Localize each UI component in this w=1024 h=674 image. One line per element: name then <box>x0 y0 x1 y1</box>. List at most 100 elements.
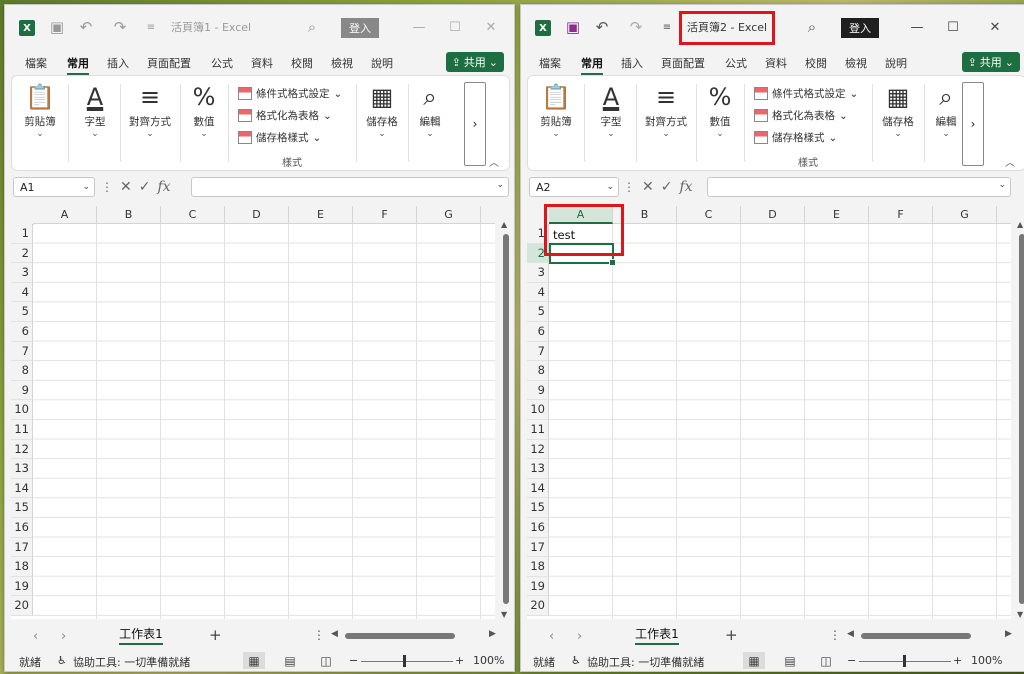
row-header[interactable]: 6 <box>527 322 549 342</box>
row-header[interactable]: 4 <box>527 282 549 303</box>
insert-function-button[interactable]: fx <box>679 179 692 195</box>
row-header[interactable]: 19 <box>11 576 33 597</box>
row-header[interactable]: 17 <box>11 537 33 558</box>
scroll-right-icon[interactable]: ▶ <box>489 629 496 639</box>
sheet-tab[interactable]: 工作表1 <box>111 623 171 645</box>
row-header[interactable]: 16 <box>11 518 33 538</box>
row-header[interactable]: 15 <box>11 498 33 518</box>
cancel-icon[interactable]: ✕ <box>120 179 132 195</box>
row-header[interactable]: 19 <box>527 576 549 597</box>
horizontal-scrollbar[interactable]: ◀ ▶ <box>331 629 499 641</box>
tab-view[interactable]: 檢視 <box>845 55 867 71</box>
maximize-icon[interactable]: ☐ <box>943 17 963 37</box>
cell-area[interactable] <box>33 224 495 619</box>
search-icon[interactable]: ⌕ <box>803 18 821 36</box>
column-header[interactable]: G <box>933 206 997 224</box>
vertical-scrollbar[interactable]: ▲ ▼ <box>1017 220 1024 620</box>
sheet-tab[interactable]: 工作表1 <box>627 623 687 645</box>
zoom-slider-knob[interactable] <box>903 655 906 667</box>
page-layout-view-icon[interactable]: ▤ <box>279 652 301 669</box>
row-header[interactable]: 3 <box>11 263 33 283</box>
row-header[interactable]: 15 <box>527 498 549 518</box>
row-header[interactable]: 16 <box>527 518 549 538</box>
formula-input[interactable]: ⌄ <box>191 177 509 197</box>
tab-page-layout[interactable]: 頁面配置 <box>661 55 705 71</box>
tab-view[interactable]: 檢視 <box>331 55 353 71</box>
cell-styles-button[interactable]: 儲存格樣式 ⌄ <box>238 130 321 145</box>
column-header[interactable]: A <box>549 206 613 224</box>
minimize-icon[interactable]: — <box>409 17 429 37</box>
accessibility-status[interactable]: 協助工具: 一切準備就緒 <box>73 654 190 670</box>
row-header[interactable]: 9 <box>11 380 33 401</box>
column-header[interactable]: C <box>677 206 741 224</box>
row-header[interactable]: 6 <box>11 322 33 342</box>
row-header[interactable]: 7 <box>11 341 33 362</box>
select-all-button[interactable] <box>11 206 34 225</box>
cells-button[interactable]: ▦ 儲存格 ⌄ <box>876 82 920 139</box>
collapse-ribbon-icon[interactable]: ︿ <box>489 154 499 169</box>
selected-cell-a2[interactable] <box>549 243 616 266</box>
row-header[interactable]: 2 <box>527 243 549 264</box>
tab-help[interactable]: 說明 <box>885 55 907 71</box>
close-icon[interactable]: ✕ <box>985 17 1005 37</box>
scroll-right-icon[interactable]: ▶ <box>1005 629 1012 639</box>
tab-insert[interactable]: 插入 <box>107 55 129 71</box>
scroll-left-icon[interactable]: ◀ <box>331 629 338 639</box>
share-button[interactable]: ⇪ 共用 ⌄ <box>445 52 504 72</box>
column-header[interactable]: F <box>869 206 933 224</box>
scrollbar-thumb[interactable] <box>345 633 455 639</box>
row-header[interactable]: 13 <box>527 459 549 479</box>
zoom-out-icon[interactable]: − <box>847 654 856 667</box>
customize-qat-icon[interactable]: ≡ <box>661 18 673 36</box>
tab-help[interactable]: 說明 <box>371 55 393 71</box>
excel-window-2[interactable]: X ▣ ↶ ↷ ≡ 活頁簿2 - Excel ⌕ 登入 — ☐ ✕ 檔案 常用 … <box>520 4 1024 672</box>
row-header[interactable]: 5 <box>11 302 33 322</box>
scroll-up-icon[interactable]: ▲ <box>501 220 507 229</box>
format-as-table-button[interactable]: 格式化為表格 ⌄ <box>238 108 332 123</box>
zoom-level[interactable]: 100% <box>971 654 1002 667</box>
prev-sheet-icon[interactable]: ‹ <box>33 629 38 644</box>
cell-a1[interactable]: test <box>553 228 575 242</box>
column-header[interactable]: C <box>161 206 225 224</box>
normal-view-icon[interactable]: ▦ <box>243 652 265 669</box>
zoom-in-icon[interactable]: + <box>455 654 464 667</box>
zoom-level[interactable]: 100% <box>473 654 504 667</box>
row-header[interactable]: 20 <box>527 596 549 616</box>
add-sheet-button[interactable]: + <box>725 626 738 644</box>
column-header[interactable]: E <box>289 206 353 224</box>
vertical-scrollbar[interactable]: ▲ ▼ <box>501 220 511 620</box>
column-header[interactable]: D <box>225 206 289 224</box>
formula-input[interactable]: ⌄ <box>707 177 1011 197</box>
signin-button[interactable]: 登入 <box>841 18 879 38</box>
next-sheet-icon[interactable]: › <box>577 629 582 644</box>
normal-view-icon[interactable]: ▦ <box>743 652 765 669</box>
customize-qat-icon[interactable]: ≡ <box>145 18 157 36</box>
conditional-format-button[interactable]: 條件式格式設定 ⌄ <box>238 86 342 101</box>
conditional-format-button[interactable]: 條件式格式設定 ⌄ <box>754 86 858 101</box>
column-header[interactable]: B <box>97 206 161 224</box>
column-header[interactable] <box>997 206 1011 224</box>
accessibility-icon[interactable]: ♿ <box>571 654 581 667</box>
tab-file[interactable]: 檔案 <box>539 55 561 71</box>
add-sheet-button[interactable]: + <box>209 626 222 644</box>
tab-file[interactable]: 檔案 <box>25 55 47 71</box>
collapse-ribbon-icon[interactable]: ︿ <box>1005 154 1015 169</box>
row-header[interactable]: 14 <box>527 478 549 499</box>
tab-page-layout[interactable]: 頁面配置 <box>147 55 191 71</box>
close-icon[interactable]: ✕ <box>481 17 501 37</box>
tab-data[interactable]: 資料 <box>251 55 273 71</box>
row-header[interactable]: 14 <box>11 478 33 499</box>
page-break-view-icon[interactable]: ◫ <box>815 652 837 669</box>
enter-icon[interactable]: ✓ <box>139 179 151 195</box>
scroll-left-icon[interactable]: ◀ <box>847 629 854 639</box>
search-icon[interactable]: ⌕ <box>303 18 321 36</box>
cell-area[interactable] <box>549 224 1011 619</box>
column-header[interactable] <box>481 206 495 224</box>
zoom-in-icon[interactable]: + <box>953 654 962 667</box>
accessibility-status[interactable]: 協助工具: 一切準備就緒 <box>587 654 704 670</box>
undo-icon[interactable]: ↶ <box>75 18 97 36</box>
more-icon[interactable]: ⋮ <box>313 628 325 642</box>
tab-formulas[interactable]: 公式 <box>725 55 747 71</box>
zoom-out-icon[interactable]: − <box>349 654 358 667</box>
tab-review[interactable]: 校閱 <box>291 55 313 71</box>
